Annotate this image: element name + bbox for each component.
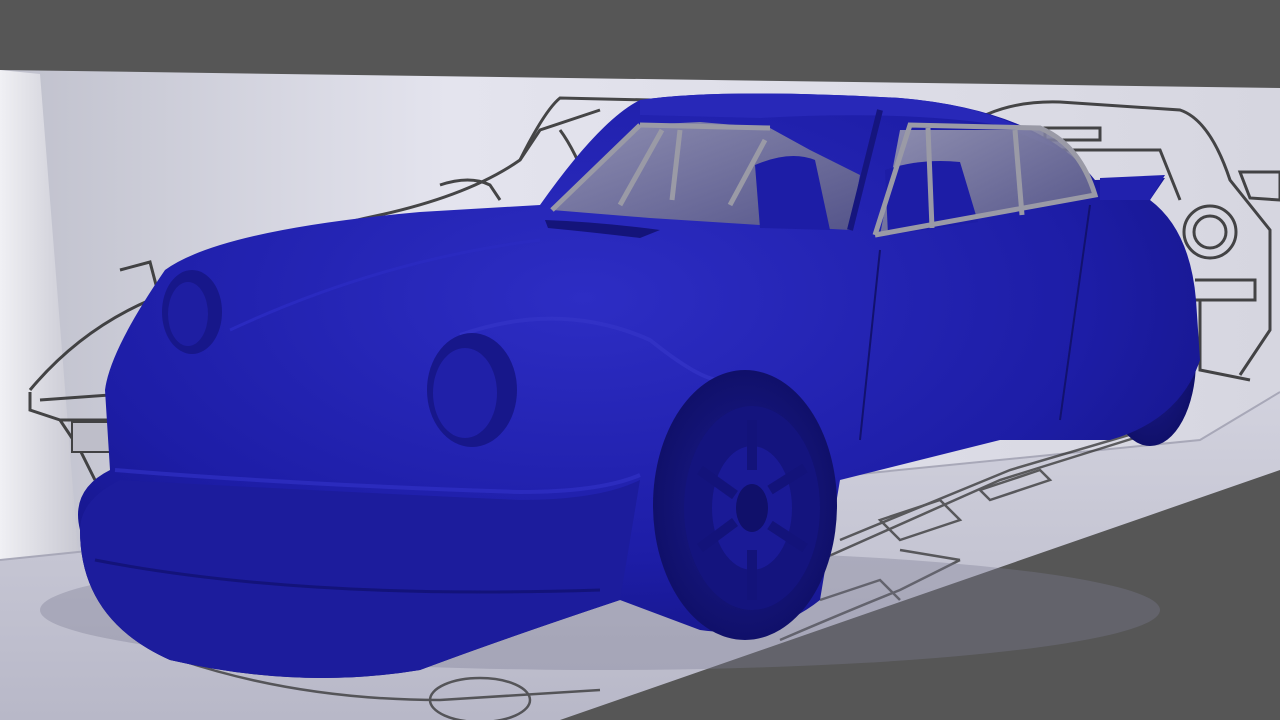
front-wheel	[653, 370, 837, 640]
scene-render	[0, 70, 1280, 720]
3d-viewport[interactable]	[0, 0, 1280, 720]
